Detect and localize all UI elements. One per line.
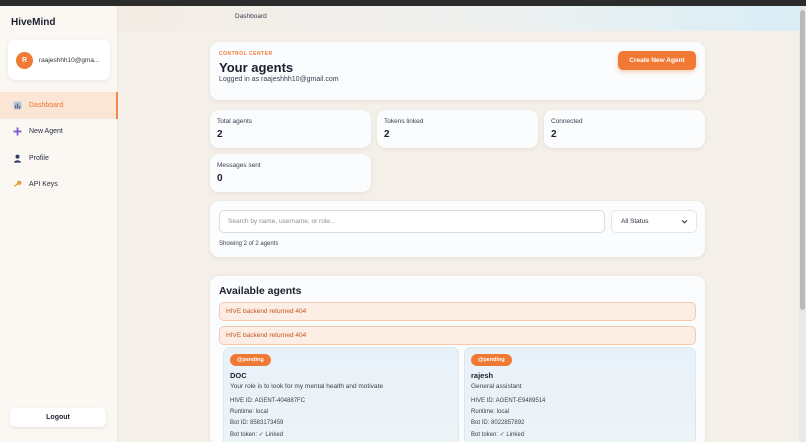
sidebar-item-api-keys[interactable]: API Keys [0, 172, 118, 199]
sidebar-nav: Dashboard New Agent Profile API Keys [0, 92, 118, 198]
stat-label: Total agents [217, 118, 253, 125]
agent-bot-id: Bot ID: 8583173459 [230, 420, 284, 426]
agent-bot-id: Bot ID: 8022857892 [471, 420, 525, 426]
page-title: Your agents [219, 60, 294, 75]
chevron-down-icon [681, 218, 688, 227]
stat-card-connected: Connected 2 [544, 110, 705, 148]
stat-value: 2 [217, 129, 223, 140]
status-badge: @pending [230, 354, 271, 366]
avatar: R [16, 51, 33, 69]
top-header: Dashboard [118, 6, 799, 31]
stat-value: 2 [384, 129, 390, 140]
agent-hive-id: HIVE ID: AGENT-E9489514 [471, 398, 546, 404]
error-banner: HIVE backend returned 404 [219, 326, 696, 345]
section-kicker: CONTROL CENTER [219, 51, 273, 57]
stat-label: Tokens linked [384, 118, 424, 125]
control-center-panel: CONTROL CENTER Your agents Logged in as … [210, 42, 705, 100]
sidebar-item-profile[interactable]: Profile [0, 145, 118, 172]
agent-name: rajesh [471, 371, 494, 380]
agent-runtime: Runtime: local [230, 409, 269, 415]
person-icon [12, 153, 22, 163]
sidebar-item-label: Dashboard [29, 101, 64, 109]
stat-card-total-agents: Total agents 2 [210, 110, 371, 148]
agent-bot-token: Bot token: ✓ Linked [230, 432, 284, 438]
agent-bot-token: Bot token: ✓ Linked [471, 432, 525, 438]
brand-logo-text: HiveMind [11, 17, 56, 28]
agent-runtime: Runtime: local [471, 409, 510, 415]
page-scrollbar[interactable] [799, 6, 806, 442]
agent-card-rajesh[interactable]: @pending rajesh General assistant HIVE I… [464, 347, 696, 442]
stat-value: 2 [551, 129, 557, 140]
logout-button[interactable]: Logout [10, 408, 106, 427]
agents-panel: Available agents HIVE backend returned 4… [210, 276, 705, 442]
sidebar-item-label: Profile [29, 154, 49, 162]
sidebar-item-dashboard[interactable]: Dashboard [0, 92, 118, 119]
results-count: Showing 2 of 2 agents [219, 241, 279, 247]
create-new-agent-button[interactable]: Create New Agent [618, 51, 696, 70]
bar-chart-icon [12, 100, 22, 110]
agent-hive-id: HIVE ID: AGENT-404887FC [230, 398, 306, 404]
status-select-value: All Status [621, 218, 649, 225]
logged-in-text: Logged in as raajeshhh10@gmail.com [219, 76, 339, 83]
user-card[interactable]: R raajeshhh10@gma... [8, 40, 110, 80]
key-icon [12, 180, 22, 190]
sidebar-item-new-agent[interactable]: New Agent [0, 119, 118, 146]
sidebar-item-label: API Keys [29, 181, 58, 189]
user-email: raajeshhh10@gma... [39, 56, 100, 64]
agent-description: General assistant [471, 383, 522, 390]
stat-label: Connected [551, 118, 583, 125]
sidebar: HiveMind R raajeshhh10@gma... Dashboard … [0, 6, 118, 442]
agent-name: DOC [230, 371, 247, 380]
scrollbar-thumb[interactable] [800, 10, 805, 310]
error-banner: HIVE backend returned 404 [219, 302, 696, 321]
stat-value: 0 [217, 173, 223, 184]
filter-panel: All Status Showing 2 of 2 agents [210, 201, 705, 257]
stat-label: Messages sent [217, 162, 261, 169]
plus-icon [12, 127, 22, 137]
stat-card-messages-sent: Messages sent 0 [210, 154, 371, 192]
stat-card-tokens-linked: Tokens linked 2 [377, 110, 538, 148]
section-title: Available agents [219, 285, 302, 297]
status-badge: @pending [471, 354, 512, 366]
search-input[interactable] [219, 210, 605, 233]
agent-description: Your role is to look for my mental healt… [230, 383, 383, 390]
breadcrumb: Dashboard [235, 13, 267, 20]
status-select[interactable]: All Status [611, 210, 697, 233]
agent-card-doc[interactable]: @pending DOC Your role is to look for my… [223, 347, 459, 442]
sidebar-item-label: New Agent [29, 128, 63, 136]
